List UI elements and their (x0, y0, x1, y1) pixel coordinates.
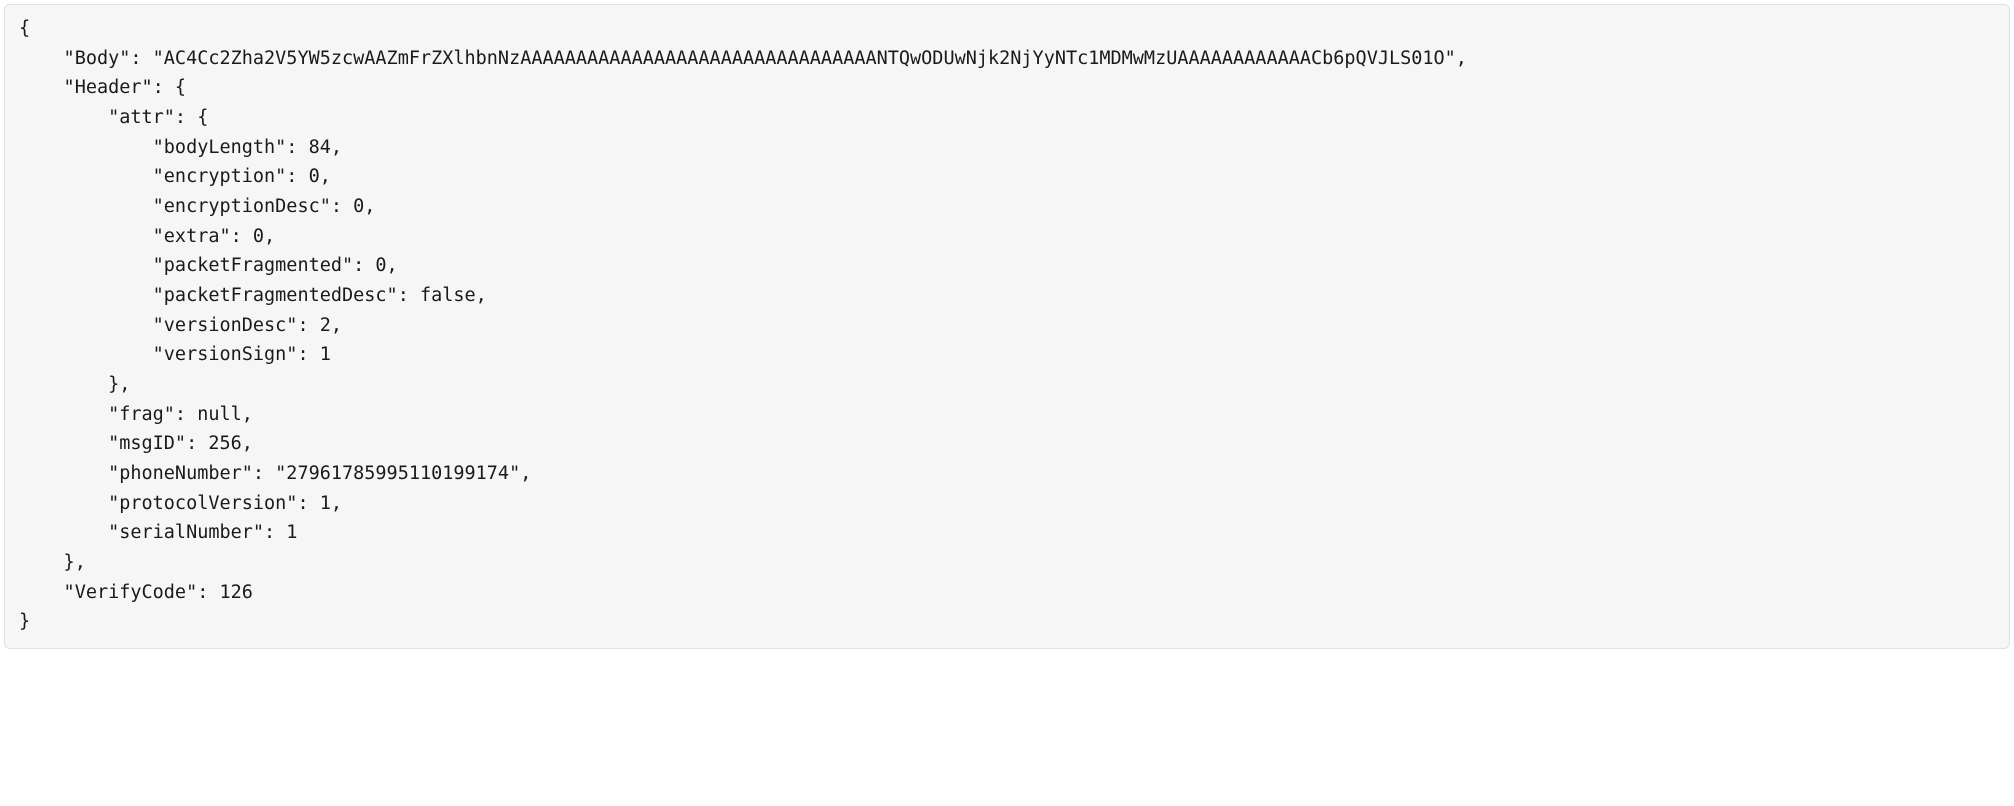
json-code-block[interactable]: { "Body": "AC4Cc2Zha2V5YW5zcwAAZmFrZXlhb… (4, 4, 2010, 649)
json-code: { "Body": "AC4Cc2Zha2V5YW5zcwAAZmFrZXlhb… (19, 18, 1467, 632)
